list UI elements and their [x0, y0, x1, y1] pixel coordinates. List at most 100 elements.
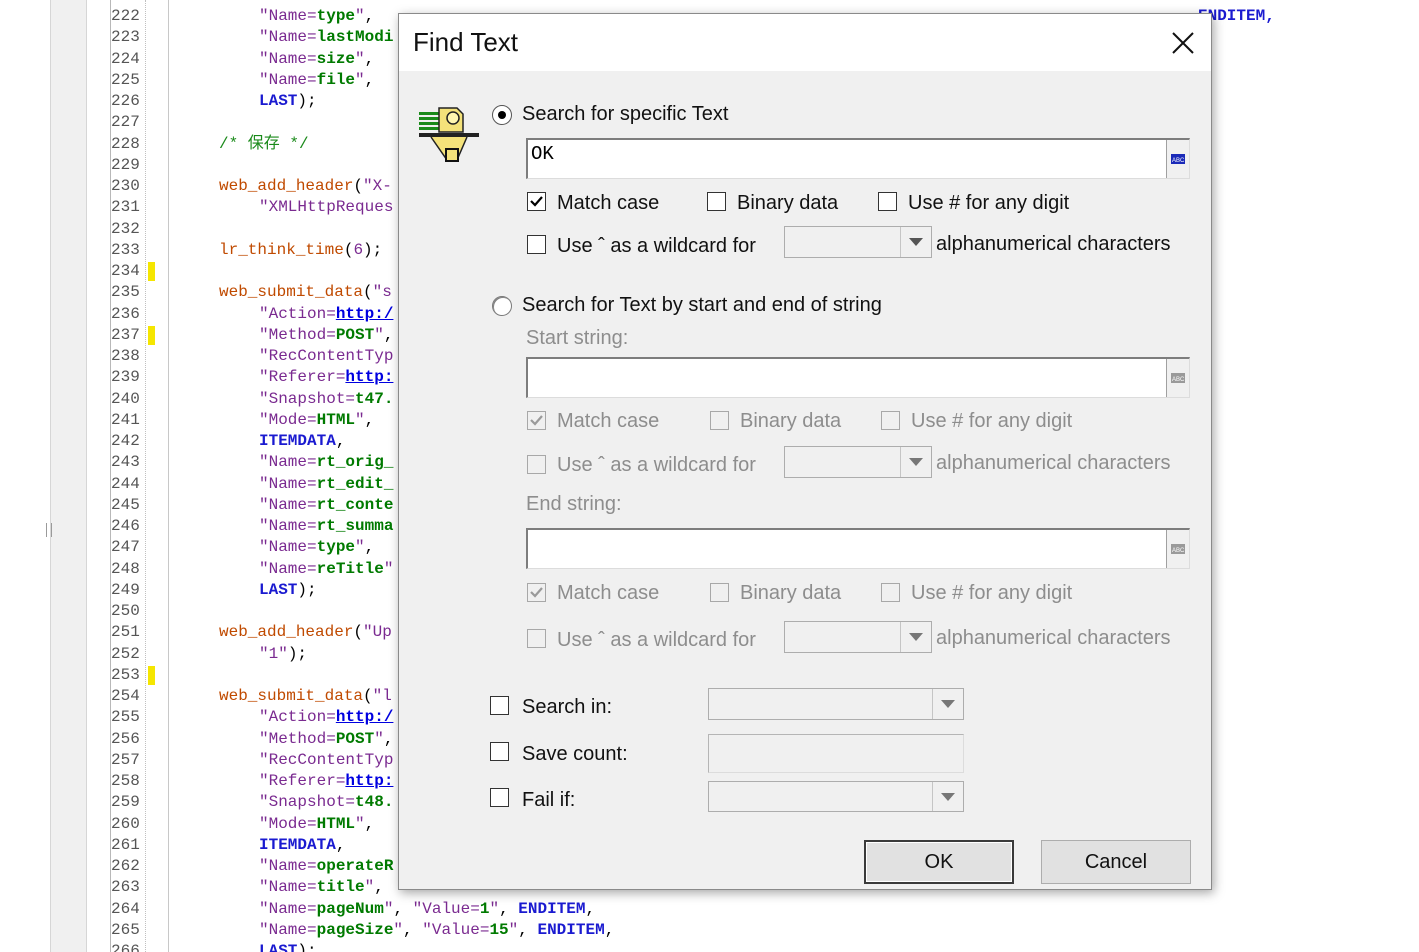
end-digit-wildcard-checkbox[interactable] [881, 583, 900, 602]
line-number: 266 [111, 942, 140, 952]
code-text: "Name=reTitle" [259, 560, 394, 578]
chevron-down-icon [909, 458, 923, 466]
line-number: 243 [111, 453, 140, 471]
start-alphanumerical-label: alphanumerical characters [936, 452, 1171, 474]
code-line[interactable]: 265 "Name=pageSize", "Value=15", ENDITEM, [0, 920, 1419, 941]
match-case-checkbox[interactable] [527, 192, 546, 211]
start-match-case-checkbox[interactable] [527, 411, 546, 430]
code-text: "Name=type", [259, 7, 384, 25]
line-number: 257 [111, 751, 140, 769]
code-line[interactable]: 266 LAST); [0, 941, 1419, 952]
code-text: "Name=operateR [259, 857, 394, 875]
start-digit-wildcard-checkbox[interactable] [881, 411, 900, 430]
code-text: "XMLHttpReques [259, 198, 394, 216]
line-number: 238 [111, 347, 140, 365]
code-text: web_submit_data("l [219, 687, 392, 705]
line-number: 223 [111, 28, 140, 46]
save-count-input[interactable] [708, 734, 964, 773]
caret-wildcard-checkbox[interactable] [527, 235, 546, 254]
find-text-icon [417, 102, 483, 168]
close-icon [1172, 32, 1194, 54]
line-number: 240 [111, 390, 140, 408]
search-text-input[interactable]: OK ABC [526, 138, 1190, 179]
line-number: 265 [111, 921, 140, 939]
svg-text:ABC: ABC [1172, 377, 1185, 383]
start-string-label: Start string: [526, 327, 629, 349]
end-match-case-checkbox[interactable] [527, 583, 546, 602]
line-number: 226 [111, 92, 140, 110]
code-text: "Name=rt_edit_ [259, 475, 394, 493]
code-text: ITEMDATA, [259, 836, 346, 854]
close-button[interactable] [1159, 20, 1207, 66]
code-text: "Name=type", [259, 538, 384, 556]
start-string-input[interactable]: ABC [526, 357, 1190, 398]
line-number: 225 [111, 71, 140, 89]
code-text: "Name=title", [259, 878, 394, 896]
spell-button[interactable]: ABC [1166, 140, 1189, 178]
cancel-button-label: Cancel [1084, 850, 1148, 873]
code-text: "1"); [259, 645, 308, 663]
line-number: 260 [111, 815, 140, 833]
specific-text-radio[interactable] [492, 105, 512, 125]
line-number: 256 [111, 730, 140, 748]
cancel-button[interactable]: Cancel [1041, 840, 1191, 884]
line-number: 247 [111, 538, 140, 556]
line-number: 236 [111, 305, 140, 323]
bookmark-marker [148, 666, 155, 685]
line-number: 228 [111, 135, 140, 153]
fail-if-label: Fail if: [522, 789, 576, 811]
code-text: LAST); [259, 581, 317, 599]
start-spell-button[interactable]: ABC [1166, 359, 1189, 397]
find-text-dialog: Find Text Search for specific Text OK AB… [398, 13, 1212, 890]
end-spell-button[interactable]: ABC [1166, 530, 1189, 568]
check-icon [530, 587, 543, 598]
end-caret-wildcard-checkbox[interactable] [527, 629, 546, 648]
end-wildcard-char-dropdown[interactable] [784, 621, 932, 653]
code-text: LAST); [259, 942, 317, 952]
line-number: 227 [111, 113, 140, 131]
code-text: "Name=rt_conte [259, 496, 394, 514]
code-text: web_add_header("X- [219, 177, 392, 195]
end-caret-wildcard-label: Use ˆ as a wildcard for [557, 629, 756, 651]
digit-wildcard-checkbox[interactable] [878, 192, 897, 211]
alphanumerical-label: alphanumerical characters [936, 233, 1171, 255]
end-string-input[interactable]: ABC [526, 528, 1190, 569]
line-number: 252 [111, 645, 140, 663]
dialog-titlebar: Find Text [399, 14, 1211, 71]
ok-button[interactable]: OK [864, 840, 1014, 884]
bookmark-marker [148, 326, 155, 345]
code-text: "Referer=http: [259, 772, 394, 790]
end-match-case-label: Match case [557, 582, 660, 604]
search-in-label: Search in: [522, 696, 613, 718]
code-text: "Name=rt_summa [259, 517, 394, 535]
start-wildcard-char-dropdown[interactable] [784, 446, 932, 478]
line-number: 262 [111, 857, 140, 875]
line-number: 231 [111, 198, 140, 216]
search-text-value: OK [531, 143, 554, 165]
fail-if-dropdown[interactable] [708, 781, 964, 812]
code-text: "Name=pageSize", "Value=15", ENDITEM, [259, 921, 615, 939]
search-in-dropdown[interactable] [708, 688, 964, 720]
check-icon [530, 196, 543, 207]
search-in-checkbox[interactable] [490, 696, 509, 715]
chevron-down-icon [941, 700, 955, 708]
wildcard-char-dropdown[interactable] [784, 226, 932, 258]
match-case-label: Match case [557, 192, 660, 214]
code-line[interactable]: 264 "Name=pageNum", "Value=1", ENDITEM, [0, 899, 1419, 920]
end-binary-data-checkbox[interactable] [710, 583, 729, 602]
start-end-radio[interactable] [492, 296, 512, 316]
chevron-down-icon [909, 238, 923, 246]
caret-wildcard-label: Use ˆ as a wildcard for [557, 235, 756, 257]
binary-data-checkbox[interactable] [707, 192, 726, 211]
fail-if-checkbox[interactable] [490, 788, 509, 807]
code-text: LAST); [259, 92, 317, 110]
code-text: web_submit_data("s [219, 283, 392, 301]
save-count-checkbox[interactable] [490, 742, 509, 761]
code-text: "Name=file", [259, 71, 384, 89]
code-text: "Action=http:/ [259, 305, 394, 323]
start-binary-data-checkbox[interactable] [710, 411, 729, 430]
start-caret-wildcard-checkbox[interactable] [527, 455, 546, 474]
code-text: ITEMDATA, [259, 432, 346, 450]
svg-text:ABC: ABC [1172, 158, 1185, 164]
code-text: /* 保存 */ [219, 135, 309, 153]
